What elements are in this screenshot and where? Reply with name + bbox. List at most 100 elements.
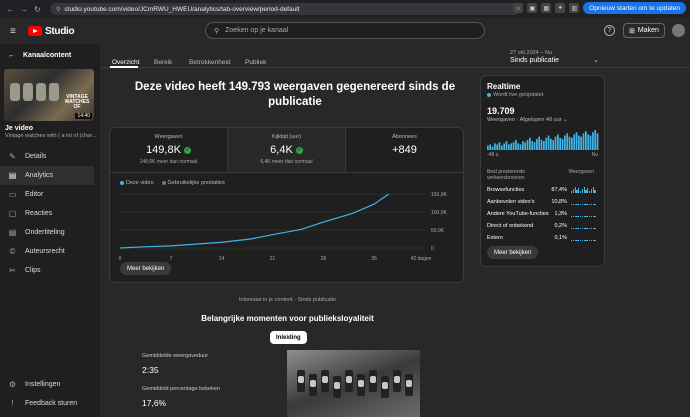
realtime-bar[interactable]: [529, 138, 531, 150]
sidepanel-icon[interactable]: ▥: [569, 3, 579, 13]
tab-audience[interactable]: Publiek: [245, 59, 266, 66]
sidebar-item-analytics[interactable]: ▤Analytics: [0, 166, 94, 185]
sidebar-item-clips[interactable]: ✂Clips: [0, 261, 100, 280]
chip-intro[interactable]: Inleiding: [270, 331, 307, 344]
back-to-content[interactable]: ← Kanaalcontent: [0, 44, 100, 59]
overview-card: Weergaven 149,8K✓ 148,6K meer dan normaa…: [109, 127, 464, 283]
create-button[interactable]: ⊞ Maken: [623, 23, 665, 38]
metric-subscribers[interactable]: Abonnees +849: [346, 128, 463, 172]
sidebar-item-settings[interactable]: ⚙Instellingen: [0, 375, 100, 394]
realtime-bar[interactable]: [520, 144, 522, 150]
realtime-bar[interactable]: [543, 141, 545, 150]
realtime-bar[interactable]: [566, 133, 568, 150]
realtime-bar[interactable]: [594, 130, 596, 150]
sidebar-item-subtitles[interactable]: ▤Ondertiteling: [0, 223, 100, 242]
realtime-sub[interactable]: Weergaven · Afgelopen 48 uur ⌄: [487, 117, 568, 123]
period-selector[interactable]: 27 okt 2024 – Nu Sinds publicatie: [510, 50, 559, 64]
check-up-icon: ✓: [184, 147, 191, 154]
bookmark-star-icon[interactable]: ☆: [513, 3, 523, 13]
realtime-bar[interactable]: [517, 143, 519, 150]
realtime-bar[interactable]: [541, 140, 543, 150]
pencil-icon: ✎: [8, 152, 17, 161]
extension-icon-2[interactable]: ▦: [541, 3, 551, 13]
forward-arrow-icon[interactable]: →: [20, 5, 28, 14]
realtime-bar[interactable]: [564, 136, 566, 150]
source-pct: 10,8%: [549, 199, 567, 205]
realtime-value: 19.709: [487, 106, 515, 116]
realtime-bar[interactable]: [552, 140, 554, 150]
realtime-bar[interactable]: [522, 141, 524, 150]
realtime-bar[interactable]: [559, 138, 561, 150]
realtime-bar[interactable]: [487, 146, 489, 150]
tab-overview[interactable]: Overzicht: [112, 59, 139, 66]
realtime-bar[interactable]: [578, 136, 580, 150]
realtime-bar[interactable]: [515, 140, 517, 150]
see-more-button[interactable]: Meer bekijken: [487, 246, 538, 259]
studio-logo[interactable]: Studio: [28, 26, 74, 37]
realtime-bar[interactable]: [513, 142, 515, 150]
realtime-bar[interactable]: [597, 133, 599, 150]
metric-views[interactable]: Weergaven 149,8K✓ 148,6K meer dan normaa…: [110, 128, 228, 172]
realtime-bar[interactable]: [501, 146, 503, 150]
realtime-bar[interactable]: [534, 142, 536, 150]
tab-engagement[interactable]: Betrokkenheid: [189, 59, 231, 66]
realtime-bar[interactable]: [503, 143, 505, 150]
address-bar[interactable]: ⚲ studio.youtube.com/video/JCmRWU_HWEU/a…: [50, 3, 520, 15]
search-input[interactable]: ⚲ Zoeken op je kanaal: [205, 22, 485, 39]
sidebar-item-editor[interactable]: ▭Editor: [0, 185, 100, 204]
realtime-bar[interactable]: [576, 132, 578, 150]
video-preview[interactable]: [287, 350, 420, 417]
realtime-bar[interactable]: [508, 144, 510, 150]
realtime-bar[interactable]: [538, 137, 540, 150]
realtime-bar[interactable]: [571, 138, 573, 150]
realtime-bar[interactable]: [557, 134, 559, 150]
realtime-bar[interactable]: [496, 144, 498, 150]
sidebar-item-feedback[interactable]: !Feedback sturen: [0, 394, 100, 413]
realtime-bar[interactable]: [550, 139, 552, 150]
realtime-bar[interactable]: [527, 140, 529, 150]
realtime-bar[interactable]: [555, 137, 557, 150]
realtime-bar[interactable]: [592, 132, 594, 150]
profile-icon[interactable]: ●: [555, 3, 565, 13]
realtime-bar[interactable]: [569, 137, 571, 150]
realtime-bar[interactable]: [499, 142, 501, 150]
reload-icon[interactable]: ↻: [34, 5, 41, 14]
realtime-bar[interactable]: [545, 138, 547, 150]
realtime-bar[interactable]: [590, 136, 592, 150]
extension-icon[interactable]: ▣: [527, 3, 537, 13]
tab-reach[interactable]: Bereik: [154, 59, 172, 66]
see-more-button[interactable]: Meer bekijken: [120, 262, 171, 275]
sidebar-item-comments[interactable]: ▢Reacties: [0, 204, 100, 223]
menu-icon[interactable]: ≡: [10, 26, 22, 37]
realtime-bar[interactable]: [492, 147, 494, 150]
site-info-icon[interactable]: ⚲: [56, 6, 60, 13]
realtime-bar[interactable]: [583, 133, 585, 150]
sidebar-item-copyright[interactable]: ©Auteursrecht: [0, 242, 100, 261]
realtime-bar[interactable]: [536, 139, 538, 150]
realtime-bar[interactable]: [510, 143, 512, 150]
realtime-bar[interactable]: [506, 141, 508, 150]
realtime-bar[interactable]: [573, 134, 575, 150]
realtime-bar[interactable]: [531, 141, 533, 150]
sparkline: [571, 211, 599, 217]
help-icon[interactable]: ?: [604, 25, 615, 36]
source-row: Aanbevolen video's10,8%: [487, 196, 599, 208]
realtime-bar[interactable]: [548, 136, 550, 150]
sidebar-item-details[interactable]: ✎Details: [0, 147, 100, 166]
realtime-bar[interactable]: [580, 137, 582, 150]
chevron-down-icon[interactable]: ⌄: [593, 56, 599, 64]
editor-icon: ▭: [8, 190, 17, 199]
metric-watchtime[interactable]: Kijktijd (uur) 6,4K✓ 6,4K meer dan norma…: [228, 128, 346, 172]
avatar[interactable]: [672, 24, 685, 37]
back-arrow-icon[interactable]: ←: [6, 5, 14, 14]
realtime-bar[interactable]: [562, 139, 564, 150]
realtime-bar[interactable]: [585, 131, 587, 150]
realtime-bar[interactable]: [587, 134, 589, 150]
y-tick-label: 150,0K: [431, 192, 448, 198]
realtime-bar[interactable]: [494, 143, 496, 150]
restart-update-button[interactable]: Opnieuw starten om te updaten: [583, 2, 686, 14]
realtime-bar[interactable]: [524, 142, 526, 150]
create-label: Maken: [638, 27, 659, 34]
realtime-bar[interactable]: [489, 144, 491, 150]
video-thumbnail[interactable]: VINTAGE WATCHES OF 14:40: [4, 69, 94, 121]
